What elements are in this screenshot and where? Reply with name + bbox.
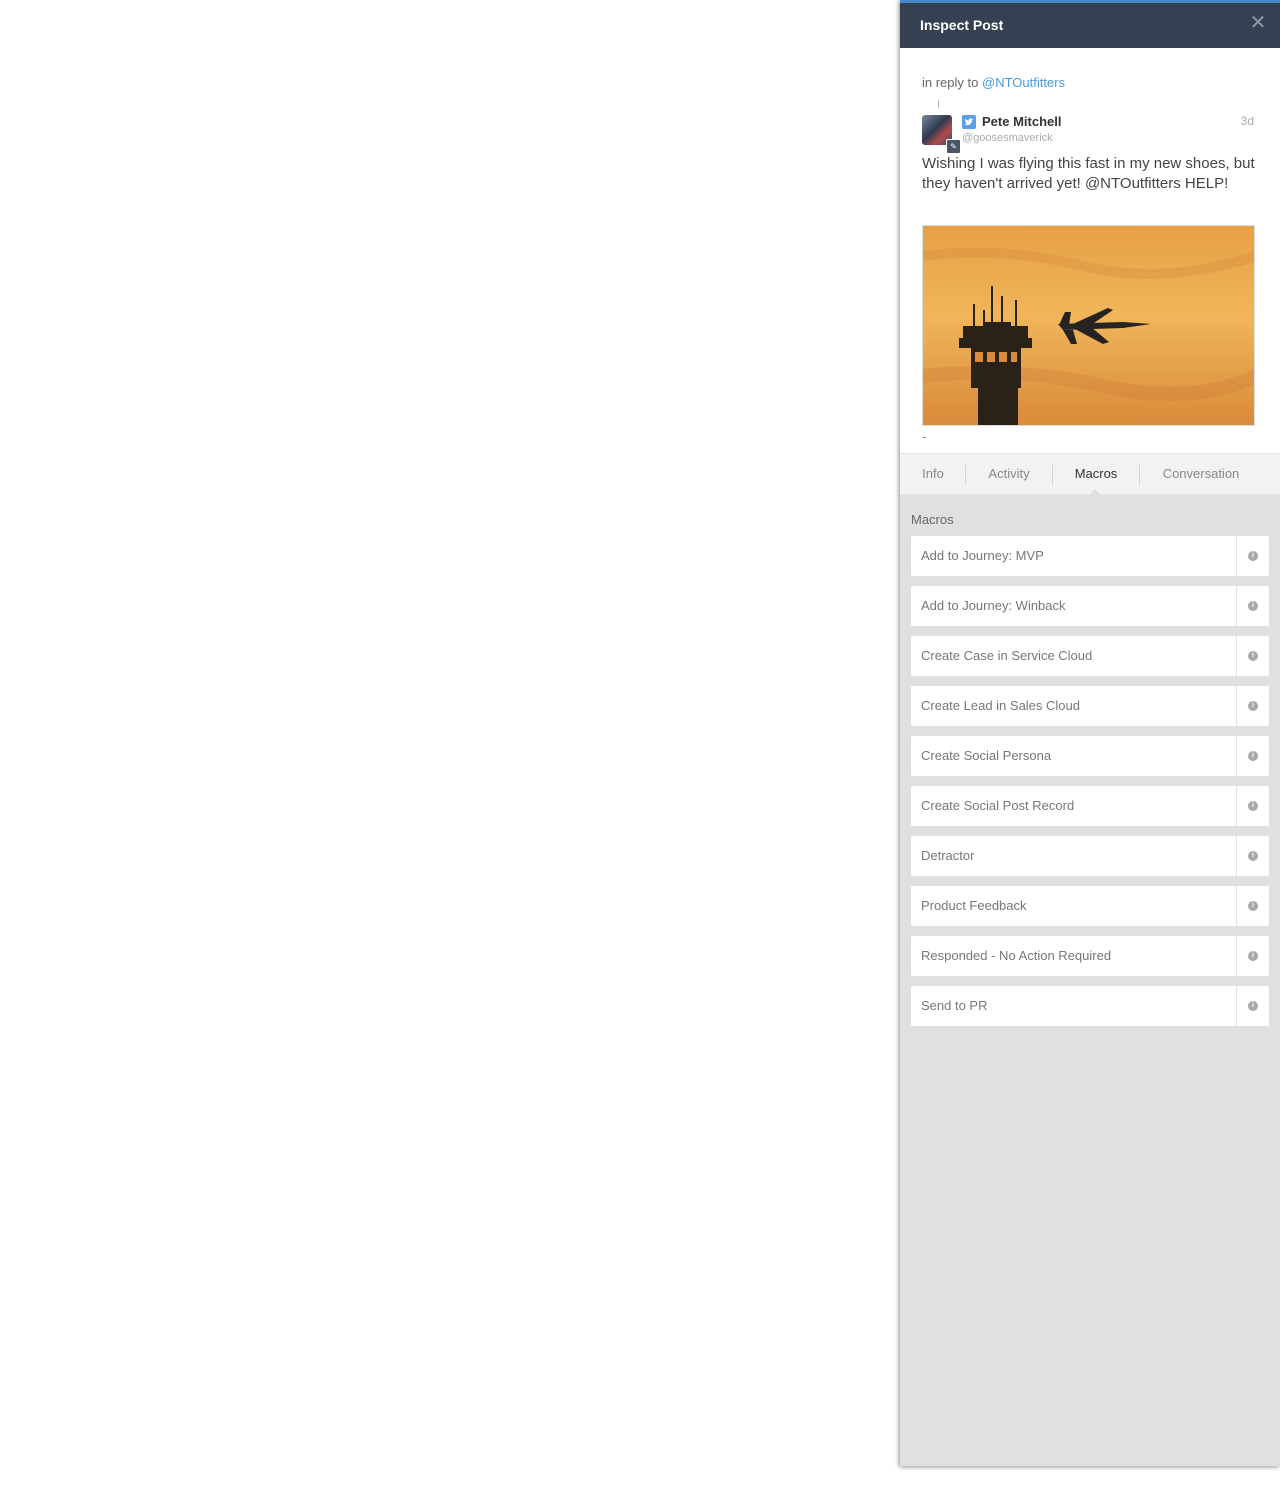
post-card: in reply to @NTOutfitters ✎ Pete Mitchel… <box>900 48 1280 453</box>
macro-info-button[interactable]: i <box>1236 636 1269 676</box>
macro-label: Add to Journey: Winback <box>921 598 1066 613</box>
macro-info-button[interactable]: i <box>1236 786 1269 826</box>
reply-to-link[interactable]: @NTOutfitters <box>982 75 1065 90</box>
tab-info[interactable]: Info <box>910 454 956 494</box>
info-icon: i <box>1248 701 1258 711</box>
post-photo[interactable] <box>922 225 1255 426</box>
twitter-icon <box>962 115 976 129</box>
tab-conversation[interactable]: Conversation <box>1148 454 1254 494</box>
macro-item[interactable]: Create Social Persona i <box>911 736 1269 776</box>
tab-activity[interactable]: Activity <box>974 454 1044 494</box>
info-icon: i <box>1248 751 1258 761</box>
info-icon: i <box>1248 901 1258 911</box>
macro-info-button[interactable]: i <box>1236 536 1269 576</box>
macro-label: Responded - No Action Required <box>921 948 1112 963</box>
tab-divider <box>965 465 966 485</box>
macro-item[interactable]: Add to Journey: Winback i <box>911 586 1269 626</box>
info-icon: i <box>1248 601 1258 611</box>
thread-connector <box>938 100 939 108</box>
macro-info-button[interactable]: i <box>1236 686 1269 726</box>
macro-item[interactable]: Create Lead in Sales Cloud i <box>911 686 1269 726</box>
tab-divider <box>1052 465 1053 485</box>
macro-label: Add to Journey: MVP <box>921 548 1044 563</box>
edit-badge-icon: ✎ <box>946 139 961 154</box>
panel-header: Inspect Post ✕ <box>900 0 1280 48</box>
info-icon: i <box>1248 551 1258 561</box>
macro-item[interactable]: Detractor i <box>911 836 1269 876</box>
macro-info-button[interactable]: i <box>1236 936 1269 976</box>
macros-heading: Macros <box>911 512 954 527</box>
macro-label: Create Case in Service Cloud <box>921 648 1093 663</box>
inspect-post-panel: Inspect Post ✕ in reply to @NTOutfitters… <box>900 0 1280 1466</box>
author-handle: @goosesmaverick <box>962 132 1053 144</box>
macro-item[interactable]: Add to Journey: MVP i <box>911 536 1269 576</box>
tab-divider <box>1139 465 1140 485</box>
macro-info-button[interactable]: i <box>1236 986 1269 1026</box>
macro-info-button[interactable]: i <box>1236 736 1269 776</box>
close-icon[interactable]: ✕ <box>1248 11 1268 35</box>
macro-label: Detractor <box>921 848 975 863</box>
post-text: Wishing I was flying this fast in my new… <box>922 155 1255 192</box>
avatar[interactable]: ✎ <box>922 115 961 154</box>
macro-label: Create Social Persona <box>921 748 1052 763</box>
reply-prefix: in reply to <box>922 75 979 90</box>
macro-item[interactable]: Responded - No Action Required i <box>911 936 1269 976</box>
info-icon: i <box>1248 851 1258 861</box>
author-name[interactable]: Pete Mitchell <box>982 114 1061 129</box>
macro-label: Send to PR <box>921 998 988 1013</box>
macro-item[interactable]: Send to PR i <box>911 986 1269 1026</box>
info-icon: i <box>1248 651 1258 661</box>
active-tab-caret <box>1090 489 1100 495</box>
tab-macros[interactable]: Macros <box>1062 454 1130 494</box>
link-marker <box>923 437 926 438</box>
reply-context: in reply to @NTOutfitters <box>922 75 1065 90</box>
macro-item[interactable]: Product Feedback i <box>911 886 1269 926</box>
macro-item[interactable]: Create Case in Service Cloud i <box>911 636 1269 676</box>
macro-label: Create Social Post Record <box>921 798 1075 813</box>
macro-list: Add to Journey: MVP i Add to Journey: Wi… <box>911 536 1269 1036</box>
macro-info-button[interactable]: i <box>1236 586 1269 626</box>
macro-info-button[interactable]: i <box>1236 886 1269 926</box>
macro-label: Product Feedback <box>921 898 1027 913</box>
info-icon: i <box>1248 951 1258 961</box>
tab-bar: Info Activity Macros Conversation <box>900 453 1280 495</box>
post-timestamp: 3d <box>1240 114 1254 128</box>
info-icon: i <box>1248 1001 1258 1011</box>
macro-info-button[interactable]: i <box>1236 836 1269 876</box>
macro-label: Create Lead in Sales Cloud <box>921 698 1080 713</box>
panel-title: Inspect Post <box>920 17 1004 33</box>
macro-item[interactable]: Create Social Post Record i <box>911 786 1269 826</box>
info-icon: i <box>1248 801 1258 811</box>
